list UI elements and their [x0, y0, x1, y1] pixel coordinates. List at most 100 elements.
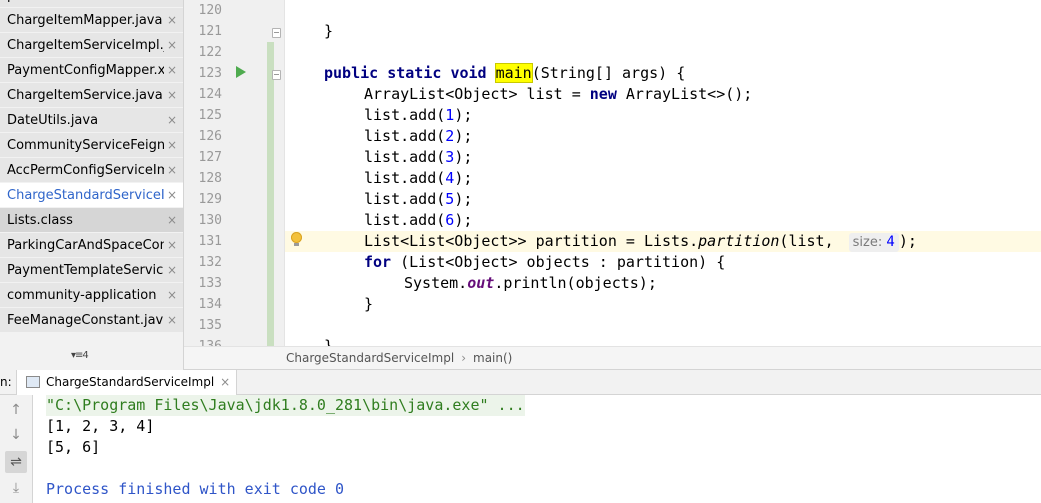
- line-number: 121: [198, 24, 222, 39]
- line-number: 120: [198, 3, 222, 18]
- line-number: 130: [198, 213, 222, 228]
- arrow-down-icon[interactable]: ↓: [5, 424, 27, 446]
- tabs-overflow-menu-icon[interactable]: ▾≡4: [71, 350, 89, 361]
- line-number: 132: [198, 255, 222, 270]
- breadcrumb: ChargeStandardServiceImpl › main(): [184, 346, 1041, 370]
- code-line-128: list.add(4);: [364, 169, 473, 187]
- line-number: 136: [192, 336, 222, 346]
- line-number: 125: [198, 108, 222, 123]
- file-tab-label: DateUtils.java: [7, 113, 99, 128]
- file-tab[interactable]: DateUtils.java ×: [0, 108, 183, 133]
- soft-wrap-icon[interactable]: ⇌: [5, 451, 27, 473]
- line-number: 126: [198, 129, 222, 144]
- line-number: 131: [198, 234, 222, 249]
- close-icon[interactable]: ×: [167, 83, 177, 107]
- file-tab[interactable]: community-application ×: [0, 283, 183, 308]
- line-number: 133: [198, 276, 222, 291]
- close-icon[interactable]: ×: [167, 58, 177, 82]
- code-line-127: list.add(3);: [364, 148, 473, 166]
- code-line-130: list.add(6);: [364, 211, 473, 229]
- run-window-label: n:: [0, 375, 12, 389]
- file-tab-label: ChargeItemServiceImpl.java: [7, 38, 164, 53]
- close-icon[interactable]: ×: [167, 258, 177, 282]
- application-icon: [26, 376, 40, 388]
- line-number: 124: [198, 87, 222, 102]
- file-tab[interactable]: PaymentTemplateServiceImpl.java×: [0, 258, 183, 283]
- file-tab-label: Lists.class: [7, 213, 73, 228]
- code-line-131: List<List<Object>> partition = Lists.par…: [364, 232, 917, 252]
- close-icon[interactable]: ×: [167, 233, 177, 257]
- scroll-to-end-icon[interactable]: ⤓: [5, 477, 27, 499]
- code-line-124: ArrayList<Object> list = new ArrayList<>…: [364, 85, 753, 103]
- arrow-up-icon[interactable]: ↑: [5, 399, 27, 421]
- line-number: 123: [198, 66, 222, 81]
- console-line: Process finished with exit code 0: [46, 480, 345, 498]
- file-tab-label: ChargeItemMapper.java: [7, 13, 163, 28]
- fold-marker-icon[interactable]: [272, 28, 281, 38]
- run-tab-label: ChargeStandardServiceImpl: [46, 375, 215, 389]
- breadcrumb-class[interactable]: ChargeStandardServiceImpl: [286, 351, 454, 365]
- main-method-name: main: [494, 63, 533, 83]
- vcs-change-marker[interactable]: [267, 42, 274, 346]
- code-line-125: list.add(1);: [364, 106, 473, 124]
- code-line-132: for (List<Object> objects : partition) {: [364, 253, 726, 271]
- breadcrumb-separator: ›: [461, 351, 466, 365]
- intention-bulb-icon[interactable]: [291, 232, 302, 246]
- code-line-136: }: [324, 337, 334, 346]
- code-line-133: System.out.println(objects);: [404, 274, 657, 292]
- line-number: 122: [198, 45, 222, 60]
- file-tab-label: ParkingCarAndSpaceController.java: [7, 238, 164, 253]
- run-main-icon[interactable]: [236, 66, 246, 78]
- file-tab[interactable]: CommunityServiceFeignService.java×: [0, 133, 183, 158]
- close-icon[interactable]: ×: [167, 133, 177, 157]
- run-toolbar: ↑ ↓ ⇌ ⤓: [0, 395, 33, 503]
- file-tab-label: PaymentConfigMapper.xml: [7, 63, 164, 78]
- file-tab[interactable]: AccPermConfigServiceImpl.java×: [0, 158, 183, 183]
- close-icon[interactable]: ×: [167, 283, 177, 307]
- close-icon[interactable]: ×: [167, 208, 177, 232]
- file-tab-label: pom.xml: [7, 0, 164, 7]
- file-tab[interactable]: pom.xml: [0, 0, 183, 8]
- file-tab-label: ChargeStandardServiceImpl.java: [7, 188, 164, 203]
- file-tab-label: community-application: [7, 288, 157, 303]
- console-output[interactable]: "C:\Program Files\Java\jdk1.8.0_281\bin\…: [33, 395, 1041, 503]
- fold-marker-icon[interactable]: [272, 70, 281, 80]
- line-number: 127: [198, 150, 222, 165]
- close-icon[interactable]: ×: [167, 158, 177, 182]
- file-tab[interactable]: PaymentConfigMapper.xml×: [0, 58, 183, 83]
- close-icon[interactable]: ×: [167, 108, 177, 132]
- close-icon[interactable]: ×: [167, 183, 177, 207]
- file-tab[interactable]: Lists.class ×: [0, 208, 183, 233]
- file-tab[interactable]: FeeManageConstant.java ×: [0, 308, 183, 333]
- file-tab[interactable]: ChargeItemMapper.java ×: [0, 8, 183, 33]
- editor-file-tabs: pom.xmlChargeItemMapper.java×ChargeItemS…: [0, 0, 184, 370]
- console-line: [5, 6]: [46, 438, 101, 456]
- code-line-126: list.add(2);: [364, 127, 473, 145]
- close-icon[interactable]: ×: [167, 33, 177, 57]
- parameter-hint: size: 4: [848, 233, 899, 252]
- file-tab[interactable]: ParkingCarAndSpaceController.java×: [0, 233, 183, 258]
- editor-gutter: 120 121 122 123 124 125 126 127 128 129 130 131 132 1…: [184, 0, 285, 346]
- breadcrumb-method[interactable]: main(): [473, 351, 512, 365]
- console-line: "C:\Program Files\Java\jdk1.8.0_281\bin\…: [46, 395, 525, 416]
- close-icon[interactable]: ×: [220, 370, 230, 394]
- file-tab-label: AccPermConfigServiceImpl.java: [7, 163, 164, 178]
- close-icon[interactable]: ×: [167, 308, 177, 332]
- line-number: 129: [198, 192, 222, 207]
- code-line-123: public static void main(String[] args) {: [324, 63, 686, 83]
- file-tab[interactable]: ChargeStandardServiceImpl.java×: [0, 183, 183, 208]
- file-tab-label: ChargeItemService.java: [7, 88, 163, 103]
- code-line-121: }: [324, 22, 334, 40]
- line-number: 128: [198, 171, 222, 186]
- file-tab-label: FeeManageConstant.java: [7, 313, 164, 328]
- code-editor[interactable]: 120 121 122 123 124 125 126 127 128 129 130 131 132 1…: [184, 0, 1041, 346]
- file-tab[interactable]: ChargeItemService.java ×: [0, 83, 183, 108]
- code-line-134: }: [364, 295, 374, 313]
- file-tab-label: CommunityServiceFeignService.java: [7, 138, 164, 153]
- run-config-tab[interactable]: ChargeStandardServiceImpl ×: [16, 370, 238, 395]
- run-tool-window-header: n: ChargeStandardServiceImpl ×: [0, 370, 1041, 395]
- close-icon[interactable]: ×: [167, 8, 177, 32]
- console-line: [1, 2, 3, 4]: [46, 417, 155, 435]
- code-line-129: list.add(5);: [364, 190, 473, 208]
- file-tab[interactable]: ChargeItemServiceImpl.java×: [0, 33, 183, 58]
